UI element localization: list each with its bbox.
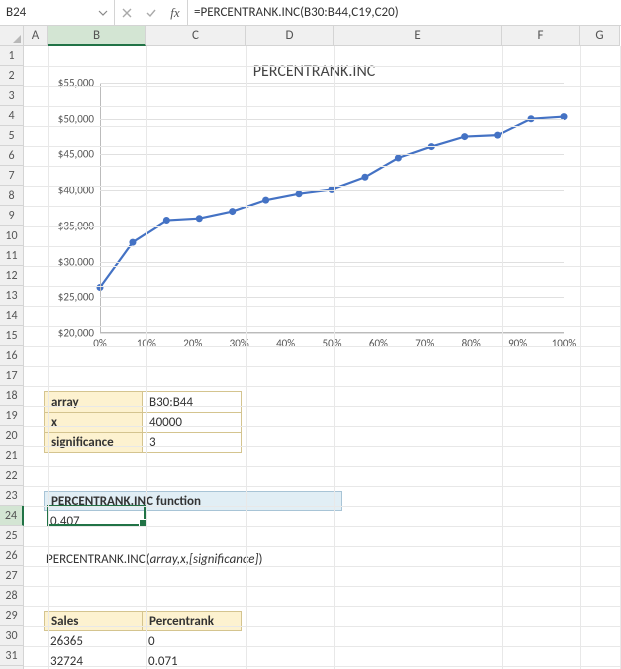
row-header-31[interactable]: 31: [0, 646, 24, 666]
chart-y-tick: $20,000: [58, 327, 94, 340]
column-header-D[interactable]: D: [246, 26, 334, 46]
chart-object[interactable]: PERCENTRANK.INC $20,000$25,000$30,000$35…: [44, 56, 584, 366]
worksheet-grid[interactable]: ABCDEFG 12345678910111213141516171819202…: [0, 26, 621, 669]
row-header-26[interactable]: 26: [0, 546, 24, 566]
param-value: 40000: [143, 413, 241, 432]
name-box-value: B24: [6, 5, 98, 20]
check-icon: [145, 7, 157, 19]
cancel-button[interactable]: [115, 0, 139, 25]
row-header-21[interactable]: 21: [0, 446, 24, 466]
chart-x-tick: 50%: [322, 337, 341, 350]
chart-y-tick: $25,000: [58, 291, 94, 304]
row-header-18[interactable]: 18: [0, 386, 24, 406]
column-header-A[interactable]: A: [24, 26, 48, 46]
row-header-14[interactable]: 14: [0, 306, 24, 326]
param-row-significance[interactable]: significance 3: [45, 432, 241, 452]
syntax-suffix: ): [259, 552, 263, 567]
chart-x-tick: 40%: [276, 337, 295, 350]
enter-button[interactable]: [139, 0, 163, 25]
row-header-22[interactable]: 22: [0, 466, 24, 486]
row-header-27[interactable]: 27: [0, 566, 24, 586]
row-header-4[interactable]: 4: [0, 106, 24, 126]
chart-x-tick: 60%: [369, 337, 388, 350]
chart-x-tick: 100%: [552, 337, 577, 350]
chart-x-tick: 90%: [508, 337, 527, 350]
column-header-E[interactable]: E: [334, 26, 502, 46]
row-header-3[interactable]: 3: [0, 86, 24, 106]
excel-app: B24 fx =PERCENTRANK.INC(B30:B44,C19,C20)…: [0, 0, 621, 669]
chart-y-tick: $50,000: [58, 112, 94, 125]
param-value: 3: [143, 433, 241, 452]
param-table: array B30:B44 x 40000 significance 3: [44, 391, 242, 453]
sales-header-percentrank[interactable]: Percentrank: [142, 611, 242, 631]
param-row-x[interactable]: x 40000: [45, 412, 241, 432]
sales-header-sales[interactable]: Sales: [44, 611, 142, 631]
column-header-B[interactable]: B: [48, 26, 146, 46]
row-header-6[interactable]: 6: [0, 146, 24, 166]
x-icon: [121, 7, 133, 19]
column-header-G[interactable]: G: [580, 26, 620, 46]
row-headers: 1234567891011121314151617181920212223242…: [0, 46, 24, 669]
row-header-10[interactable]: 10: [0, 226, 24, 246]
row-header-30[interactable]: 30: [0, 626, 24, 646]
pct-cell: 0: [142, 631, 161, 651]
formula-bar-row: B24 fx =PERCENTRANK.INC(B30:B44,C19,C20): [0, 0, 621, 26]
row-header-19[interactable]: 19: [0, 406, 24, 426]
param-value: B30:B44: [143, 392, 241, 412]
row-header-11[interactable]: 11: [0, 246, 24, 266]
column-headers: ABCDEFG: [24, 26, 621, 46]
row-header-7[interactable]: 7: [0, 166, 24, 186]
syntax-prefix: PERCENTRANK.INC(: [46, 552, 150, 567]
row-header-15[interactable]: 15: [0, 326, 24, 346]
chart-x-tick: 80%: [462, 337, 481, 350]
formula-text: =PERCENTRANK.INC(B30:B44,C19,C20): [194, 5, 399, 20]
chart-y-tick: $55,000: [58, 77, 94, 90]
row-header-5[interactable]: 5: [0, 126, 24, 146]
row-header-2[interactable]: 2: [0, 66, 24, 86]
formula-bar-buttons: fx: [115, 0, 188, 25]
sales-header-row: Sales Percentrank: [44, 611, 242, 631]
select-all-corner[interactable]: [0, 26, 24, 46]
cells-area[interactable]: PERCENTRANK.INC $20,000$25,000$30,000$35…: [24, 46, 621, 669]
row-header-13[interactable]: 13: [0, 286, 24, 306]
row-header-29[interactable]: 29: [0, 606, 24, 626]
syntax-args: array,x,[significance]: [150, 552, 259, 567]
row-header-24[interactable]: 24: [0, 506, 24, 526]
sales-table: Sales Percentrank 26365 0 32724 0.071: [44, 611, 242, 669]
chart-x-tick: 0%: [93, 337, 106, 350]
chart-title: PERCENTRANK.INC: [44, 62, 584, 81]
row-header-28[interactable]: 28: [0, 586, 24, 606]
row-header-16[interactable]: 16: [0, 346, 24, 366]
column-header-F[interactable]: F: [502, 26, 580, 46]
name-box[interactable]: B24: [0, 0, 115, 25]
chart-y-tick: $45,000: [58, 148, 94, 161]
param-label: array: [45, 392, 143, 412]
row-header-12[interactable]: 12: [0, 266, 24, 286]
function-syntax: PERCENTRANK.INC(array,x,[significance]): [46, 552, 262, 567]
param-row-array[interactable]: array B30:B44: [45, 392, 241, 412]
table-row[interactable]: 26365 0: [44, 631, 242, 651]
column-header-C[interactable]: C: [146, 26, 246, 46]
chart-x-tick: 70%: [415, 337, 434, 350]
chart-x-axis-labels: 0%10%20%30%40%50%60%70%80%90%100%: [100, 337, 564, 353]
formula-input[interactable]: =PERCENTRANK.INC(B30:B44,C19,C20): [188, 0, 621, 25]
function-section-header[interactable]: PERCENTRANK.INC function: [44, 491, 342, 511]
row-header-1[interactable]: 1: [0, 46, 24, 66]
param-label: x: [45, 413, 143, 432]
fx-icon: fx: [170, 5, 179, 21]
row-header-8[interactable]: 8: [0, 186, 24, 206]
chart-plot-area: $20,000$25,000$30,000$35,000$40,000$45,0…: [100, 83, 564, 333]
chevron-down-icon: [98, 8, 108, 18]
chart-line-series: [100, 83, 564, 333]
insert-function-button[interactable]: fx: [163, 0, 187, 25]
row-header-23[interactable]: 23: [0, 486, 24, 506]
row-header-25[interactable]: 25: [0, 526, 24, 546]
chart-x-tick: 20%: [183, 337, 202, 350]
function-result-cell[interactable]: 0.407: [44, 511, 142, 531]
sales-cell: 26365: [44, 631, 142, 651]
row-header-17[interactable]: 17: [0, 366, 24, 386]
row-header-20[interactable]: 20: [0, 426, 24, 446]
row-header-9[interactable]: 9: [0, 206, 24, 226]
param-label: significance: [45, 433, 143, 452]
